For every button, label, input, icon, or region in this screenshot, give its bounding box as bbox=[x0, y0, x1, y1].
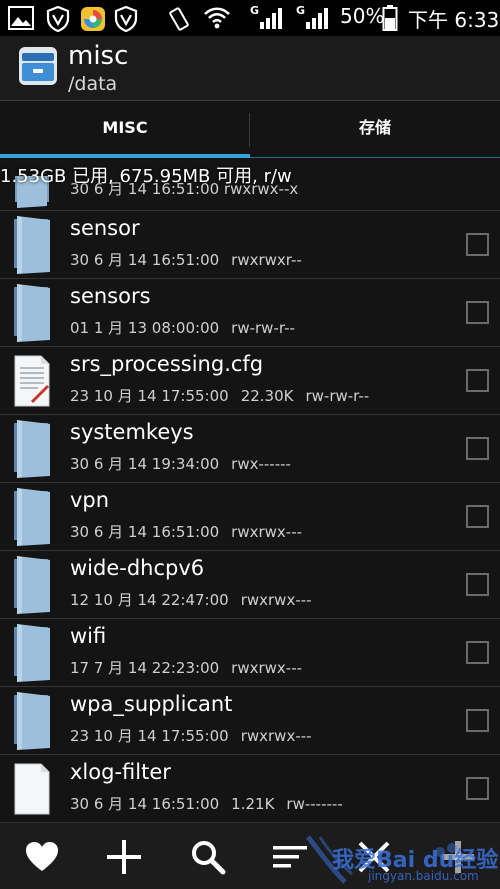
list-item-name: vpn bbox=[70, 488, 110, 512]
file-manager-icon[interactable] bbox=[18, 45, 58, 87]
list-item-meta: 12 10 月 14 22:47:00 rwxrwx--- bbox=[70, 589, 324, 610]
list-item-permissions: rwxrwxr-- bbox=[231, 251, 302, 269]
list-item-size: 1.21K bbox=[231, 795, 275, 813]
list-item-permissions: rw------- bbox=[286, 795, 343, 813]
signal-icon-1 bbox=[260, 8, 282, 29]
list-item-permissions: rwxrwx--- bbox=[240, 727, 312, 745]
select-checkbox[interactable] bbox=[466, 709, 489, 732]
list-item-name: wifi bbox=[70, 624, 107, 648]
tab-storage[interactable]: 存储 bbox=[250, 101, 500, 159]
clock: 下午 6:33 bbox=[408, 8, 500, 32]
file-list[interactable]: 1.53GB 已用, 675.95MB 可用, r/w 30 6 月 14 16… bbox=[0, 158, 500, 822]
status-bar: G G 50% 下午 6:33 bbox=[0, 0, 500, 36]
folder-icon bbox=[14, 624, 50, 682]
list-item-meta: 23 10 月 14 17:55:00 22.30K rw-rw-r-- bbox=[70, 385, 381, 406]
list-item[interactable]: wpa_supplicant 23 10 月 14 17:55:00 rwxrwx-… bbox=[0, 686, 500, 754]
text-file-icon bbox=[14, 355, 50, 407]
heart-icon[interactable] bbox=[22, 837, 62, 877]
folder-icon bbox=[14, 556, 50, 614]
list-item[interactable]: sensor 30 6 月 14 16:51:00 rwxrwxr-- bbox=[0, 210, 500, 278]
signal-icon-2 bbox=[306, 8, 328, 29]
folder-icon bbox=[14, 420, 50, 478]
sort-icon[interactable] bbox=[270, 837, 310, 877]
list-item-permissions: rw-rw-r-- bbox=[305, 387, 370, 405]
list-item-permissions: rwxrwx--- bbox=[240, 591, 312, 609]
file-icon bbox=[14, 763, 50, 815]
list-item-size: 22.30K bbox=[240, 387, 294, 405]
list-item-name: wide-dhcpv6 bbox=[70, 556, 205, 580]
folder-icon bbox=[14, 216, 50, 274]
list-item-date: 30 6 月 14 16:51:00 bbox=[70, 795, 220, 813]
list-item-permissions: rwxrwx--- bbox=[231, 659, 303, 677]
list-item-name: systemkeys bbox=[70, 420, 194, 444]
list-item[interactable]: wide-dhcpv6 12 10 月 14 22:47:00 rwxrwx--- bbox=[0, 550, 500, 618]
list-item[interactable]: vpn 30 6 月 14 16:51:00 rwxrwx--- bbox=[0, 482, 500, 550]
folder-icon bbox=[14, 284, 50, 342]
list-item-date: 23 10 月 14 17:55:00 bbox=[70, 387, 229, 405]
list-item-meta: 17 7 月 14 22:23:00 rwxrwx--- bbox=[70, 657, 314, 678]
list-item[interactable]: wifi 17 7 月 14 22:23:00 rwxrwx--- bbox=[0, 618, 500, 686]
select-checkbox[interactable] bbox=[466, 777, 489, 800]
search-icon[interactable] bbox=[188, 837, 228, 877]
list-item[interactable]: sensors 01 1 月 13 08:00:00 rw-rw-r-- bbox=[0, 278, 500, 346]
list-item-meta: 23 10 月 14 17:55:00 rwxrwx--- bbox=[70, 725, 324, 746]
select-checkbox[interactable] bbox=[466, 437, 489, 460]
list-item-name: srs_processing.cfg bbox=[70, 352, 264, 376]
shield-icon-2 bbox=[114, 6, 138, 32]
tab-bar: MISC 存储 bbox=[0, 100, 500, 159]
list-item[interactable]: systemkeys 30 6 月 14 19:34:00 rwx------ bbox=[0, 414, 500, 482]
tab-misc[interactable]: MISC bbox=[0, 101, 250, 159]
page-title: misc bbox=[68, 41, 129, 71]
list-item-date: 17 7 月 14 22:23:00 bbox=[70, 659, 220, 677]
plus-icon[interactable] bbox=[104, 837, 144, 877]
list-item-permissions: rwx------ bbox=[231, 455, 291, 473]
select-checkbox[interactable] bbox=[466, 641, 489, 664]
select-checkbox[interactable] bbox=[466, 505, 489, 528]
list-item-date: 12 10 月 14 22:47:00 bbox=[70, 591, 229, 609]
list-item-permissions: rw-rw-r-- bbox=[231, 319, 295, 337]
battery-icon bbox=[382, 5, 398, 31]
select-checkbox[interactable] bbox=[466, 369, 489, 392]
select-checkbox[interactable] bbox=[466, 233, 489, 256]
app-launcher-icon bbox=[81, 7, 105, 31]
shield-icon bbox=[46, 6, 70, 32]
list-item[interactable]: xlog-filter 30 6 月 14 16:51:00 1.21K rw----… bbox=[0, 754, 500, 822]
list-item-date: 01 1 月 13 08:00:00 bbox=[70, 319, 220, 337]
list-item-date: 30 6 月 14 19:34:00 bbox=[70, 455, 220, 473]
select-checkbox[interactable] bbox=[466, 301, 489, 324]
watermark-url: jingyan.baidu.com bbox=[368, 869, 479, 883]
app-bar: misc /data bbox=[0, 36, 500, 100]
folder-icon bbox=[14, 488, 50, 546]
list-item-meta: 30 6 月 14 16:51:00 rwxrwx--- bbox=[70, 521, 314, 542]
current-path: /data bbox=[68, 73, 118, 95]
list-item-name: xlog-filter bbox=[70, 760, 171, 784]
list-item-meta: 30 6 月 14 19:34:00 rwx------ bbox=[70, 453, 303, 474]
list-item-date: 23 10 月 14 17:55:00 bbox=[70, 727, 229, 745]
storage-info: 1.53GB 已用, 675.95MB 可用, r/w bbox=[0, 166, 292, 187]
list-item-permissions: rwxrwx--- bbox=[231, 523, 303, 541]
list-item-date: 30 6 月 14 16:51:00 bbox=[70, 251, 220, 269]
wifi-icon bbox=[204, 7, 230, 29]
list-item[interactable]: srs_processing.cfg 23 10 月 14 17:55:00 22.… bbox=[0, 346, 500, 414]
list-item-name: sensor bbox=[70, 216, 140, 240]
list-item-meta: 30 6 月 14 16:51:00 rwxrwxr-- bbox=[70, 249, 314, 270]
battery-percent: 50% bbox=[340, 4, 385, 28]
folder-icon bbox=[14, 692, 50, 750]
select-checkbox[interactable] bbox=[466, 573, 489, 596]
list-item-name: wpa_supplicant bbox=[70, 692, 233, 716]
list-item-date: 30 6 月 14 16:51:00 bbox=[70, 523, 220, 541]
list-item-meta: 30 6 月 14 16:51:00 1.21K rw------- bbox=[70, 793, 355, 814]
gallery-icon bbox=[8, 6, 34, 30]
rotate-icon bbox=[169, 7, 189, 31]
list-item-meta: 01 1 月 13 08:00:00 rw-rw-r-- bbox=[70, 317, 307, 338]
list-item-name: sensors bbox=[70, 284, 151, 308]
